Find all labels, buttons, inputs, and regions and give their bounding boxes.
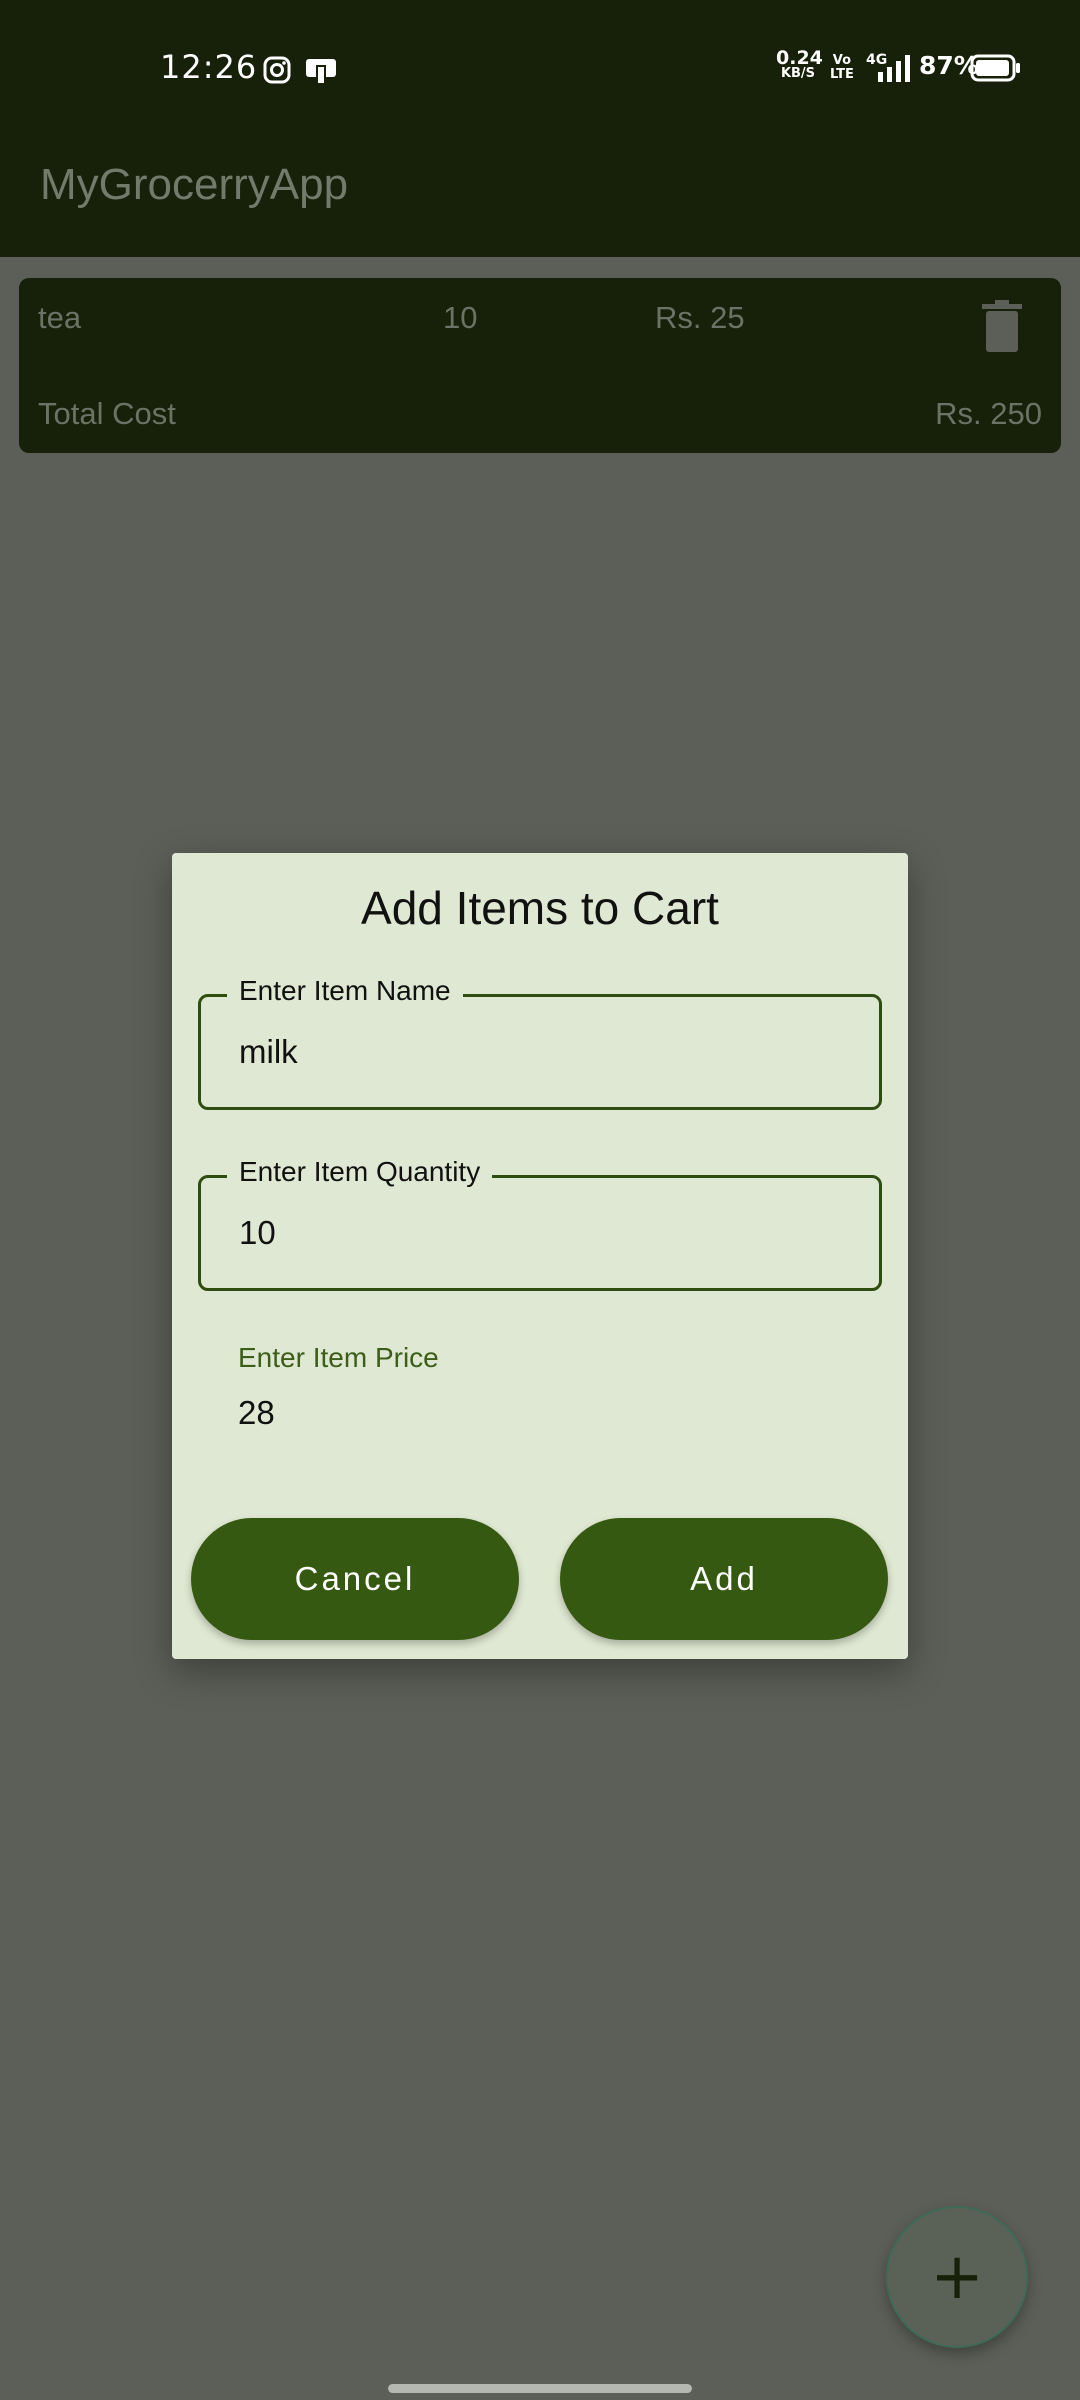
signal-icon	[878, 55, 910, 82]
status-time: 12:26	[160, 48, 258, 86]
add-items-dialog: Add Items to Cart Enter Item Name milk E…	[172, 853, 908, 1659]
network-speed-unit: KB/S	[780, 66, 816, 81]
plus-icon: +	[930, 2240, 984, 2314]
item-name-label: Enter Item Name	[227, 975, 463, 1007]
volte-indicator: Vo LTE	[830, 54, 854, 82]
status-bar: 12:26 0.24 KB/S Vo LTE 4G 87%	[0, 0, 1080, 135]
volte-bottom: LTE	[830, 67, 854, 82]
item-price: Rs. 25	[655, 300, 745, 335]
cart-card: tea 10 Rs. 25 Total Cost Rs. 250	[19, 278, 1061, 453]
total-cost-value: Rs. 250	[935, 396, 1042, 431]
item-name-input[interactable]: milk	[239, 1033, 298, 1071]
app-title: MyGrocerryApp	[40, 160, 349, 209]
item-price-field[interactable]: Enter Item Price 28	[238, 1342, 439, 1432]
network-speed: 0.24 KB/S	[776, 49, 823, 81]
item-quantity-field[interactable]: Enter Item Quantity 10	[198, 1156, 882, 1291]
battery-icon	[970, 54, 1020, 82]
item-quantity-label: Enter Item Quantity	[227, 1156, 493, 1188]
add-item-fab[interactable]: +	[886, 2206, 1028, 2348]
item-price-label: Enter Item Price	[238, 1342, 439, 1373]
home-indicator[interactable]	[388, 2384, 692, 2393]
total-cost-label: Total Cost	[38, 396, 176, 431]
screen: 12:26 0.24 KB/S Vo LTE 4G 87% MyGrocerry…	[0, 0, 1080, 2400]
delete-icon[interactable]	[982, 300, 1022, 352]
add-button[interactable]: Add	[560, 1518, 888, 1640]
item-quantity-input[interactable]: 10	[239, 1214, 276, 1252]
instagram-icon	[263, 56, 291, 84]
app-bar: MyGrocerryApp	[0, 135, 1080, 257]
dialog-title: Add Items to Cart	[361, 882, 719, 934]
item-price-input[interactable]: 28	[238, 1394, 439, 1432]
item-quantity: 10	[443, 300, 478, 335]
cancel-button[interactable]: Cancel	[191, 1518, 519, 1640]
item-name: tea	[38, 300, 82, 335]
volte-top: Vo	[832, 53, 852, 68]
notification-app-icon	[306, 59, 336, 83]
item-name-field[interactable]: Enter Item Name milk	[198, 975, 882, 1110]
